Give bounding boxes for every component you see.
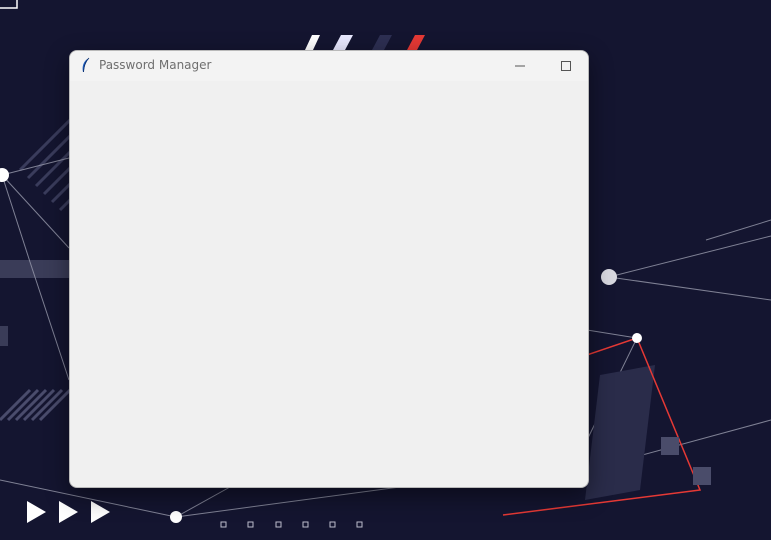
- window-title: Password Manager: [99, 58, 212, 72]
- minimize-button[interactable]: [497, 51, 543, 81]
- feather-icon: [82, 57, 90, 73]
- minimize-icon: [515, 65, 525, 67]
- title-bar[interactable]: Password Manager: [70, 51, 588, 81]
- close-button[interactable]: [542, 51, 588, 81]
- password-manager-window: Password Manager: [69, 50, 589, 488]
